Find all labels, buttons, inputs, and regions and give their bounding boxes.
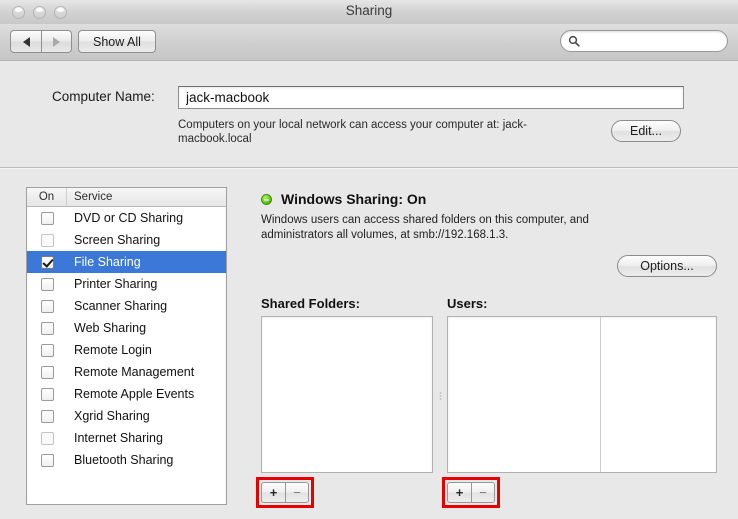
service-checkbox[interactable] bbox=[40, 255, 54, 269]
options-button-label: Options... bbox=[640, 259, 694, 273]
service-checkbox-cell bbox=[27, 343, 67, 357]
services-list-header: On Service bbox=[27, 188, 226, 207]
service-checkbox-cell bbox=[27, 233, 67, 247]
service-label: File Sharing bbox=[74, 255, 141, 269]
service-checkbox[interactable] bbox=[40, 431, 54, 445]
show-all-label: Show All bbox=[93, 34, 141, 49]
column-header-service: Service bbox=[74, 191, 113, 203]
edit-button-label: Edit... bbox=[630, 124, 662, 138]
service-row[interactable]: Printer Sharing bbox=[27, 273, 226, 295]
remove-user-button[interactable]: − bbox=[471, 482, 495, 503]
edit-button[interactable]: Edit... bbox=[611, 120, 681, 142]
remove-icon: − bbox=[293, 485, 301, 500]
users-list[interactable] bbox=[447, 316, 717, 473]
status-indicator-icon bbox=[261, 193, 272, 205]
service-label: Remote Management bbox=[74, 365, 195, 379]
forward-arrow-icon bbox=[53, 36, 60, 47]
service-row[interactable]: Internet Sharing bbox=[27, 427, 226, 449]
service-label: Remote Login bbox=[74, 343, 152, 357]
options-button[interactable]: Options... bbox=[617, 255, 717, 277]
service-checkbox[interactable] bbox=[40, 453, 54, 467]
status-description: Windows users can access shared folders … bbox=[261, 214, 589, 241]
service-label: Internet Sharing bbox=[74, 431, 163, 445]
add-shared-folder-button[interactable]: + bbox=[261, 482, 285, 503]
services-rows: DVD or CD Sharing Screen Sharing File Shar… bbox=[27, 207, 226, 471]
search-input[interactable] bbox=[580, 32, 722, 50]
service-checkbox-cell bbox=[27, 211, 67, 225]
computer-name-note: Computers on your local network can acce… bbox=[178, 119, 527, 145]
show-all-button[interactable]: Show All bbox=[78, 30, 156, 53]
add-icon: + bbox=[269, 485, 278, 500]
status-title: Windows Sharing: On bbox=[281, 191, 427, 207]
services-list[interactable]: On Service DVD or CD Sharing Screen Shari… bbox=[26, 187, 227, 505]
service-checkbox[interactable] bbox=[40, 387, 54, 401]
service-label: Web Sharing bbox=[74, 321, 147, 335]
computer-name-input[interactable] bbox=[184, 87, 683, 108]
service-checkbox-cell bbox=[27, 387, 67, 401]
service-row[interactable]: Xgrid Sharing bbox=[27, 405, 226, 427]
back-arrow-icon bbox=[22, 36, 30, 47]
add-user-button[interactable]: + bbox=[447, 482, 471, 503]
service-label: Remote Apple Events bbox=[74, 387, 195, 401]
shared-folders-add-remove-controls: + − bbox=[261, 482, 309, 503]
resize-grip-icon bbox=[439, 392, 442, 400]
section-divider bbox=[0, 167, 738, 168]
service-checkbox-cell bbox=[27, 277, 67, 291]
service-row[interactable]: Web Sharing bbox=[27, 317, 226, 339]
service-checkbox[interactable] bbox=[40, 409, 54, 423]
computer-name-field[interactable] bbox=[178, 86, 684, 109]
remove-shared-folder-button[interactable]: − bbox=[285, 482, 309, 503]
service-checkbox-cell bbox=[27, 453, 67, 467]
navigation-buttons bbox=[10, 30, 72, 53]
service-checkbox-cell bbox=[27, 365, 67, 379]
service-checkbox[interactable] bbox=[40, 365, 54, 379]
service-checkbox-cell bbox=[27, 255, 67, 269]
service-label: Bluetooth Sharing bbox=[74, 453, 174, 467]
toolbar: Show All bbox=[0, 24, 738, 61]
service-label: Xgrid Sharing bbox=[74, 409, 150, 423]
sharing-preferences-window: Sharing Show All Computer Name: Computer… bbox=[0, 0, 738, 519]
window-title: Sharing bbox=[345, 3, 393, 18]
service-row[interactable]: DVD or CD Sharing bbox=[27, 207, 226, 229]
service-label: DVD or CD Sharing bbox=[74, 211, 184, 225]
shared-folders-label: Shared Folders: bbox=[261, 296, 360, 311]
search-icon bbox=[568, 35, 580, 47]
computer-name-label: Computer Name: bbox=[52, 89, 155, 104]
service-row[interactable]: Scanner Sharing bbox=[27, 295, 226, 317]
service-row[interactable]: Remote Apple Events bbox=[27, 383, 226, 405]
service-checkbox-cell bbox=[27, 409, 67, 423]
service-checkbox-cell bbox=[27, 431, 67, 445]
forward-button[interactable] bbox=[41, 30, 72, 53]
service-row[interactable]: Remote Management bbox=[27, 361, 226, 383]
service-checkbox[interactable] bbox=[40, 321, 54, 335]
service-row[interactable]: File Sharing bbox=[27, 251, 226, 273]
service-checkbox[interactable] bbox=[40, 277, 54, 291]
search-box[interactable] bbox=[560, 30, 728, 52]
service-row[interactable]: Remote Login bbox=[27, 339, 226, 361]
shared-folders-list[interactable] bbox=[261, 316, 433, 473]
users-add-remove-controls: + − bbox=[447, 482, 495, 503]
users-label: Users: bbox=[447, 296, 488, 311]
service-label: Screen Sharing bbox=[74, 233, 161, 247]
service-checkbox[interactable] bbox=[40, 299, 54, 313]
remove-icon: − bbox=[479, 485, 487, 500]
service-row[interactable]: Bluetooth Sharing bbox=[27, 449, 226, 471]
service-row[interactable]: Screen Sharing bbox=[27, 229, 226, 251]
column-header-on: On bbox=[27, 188, 67, 206]
users-column-divider bbox=[600, 317, 601, 472]
service-checkbox[interactable] bbox=[40, 211, 54, 225]
add-icon: + bbox=[455, 485, 464, 500]
service-checkbox-cell bbox=[27, 321, 67, 335]
service-label: Printer Sharing bbox=[74, 277, 158, 291]
service-label: Scanner Sharing bbox=[74, 299, 168, 313]
pane-resize-handle[interactable] bbox=[437, 391, 444, 401]
title-bar: Sharing bbox=[0, 0, 738, 25]
service-checkbox[interactable] bbox=[40, 233, 54, 247]
service-checkbox[interactable] bbox=[40, 343, 54, 357]
service-checkbox-cell bbox=[27, 299, 67, 313]
service-status: Windows Sharing: On bbox=[261, 191, 426, 207]
back-button[interactable] bbox=[10, 30, 41, 53]
